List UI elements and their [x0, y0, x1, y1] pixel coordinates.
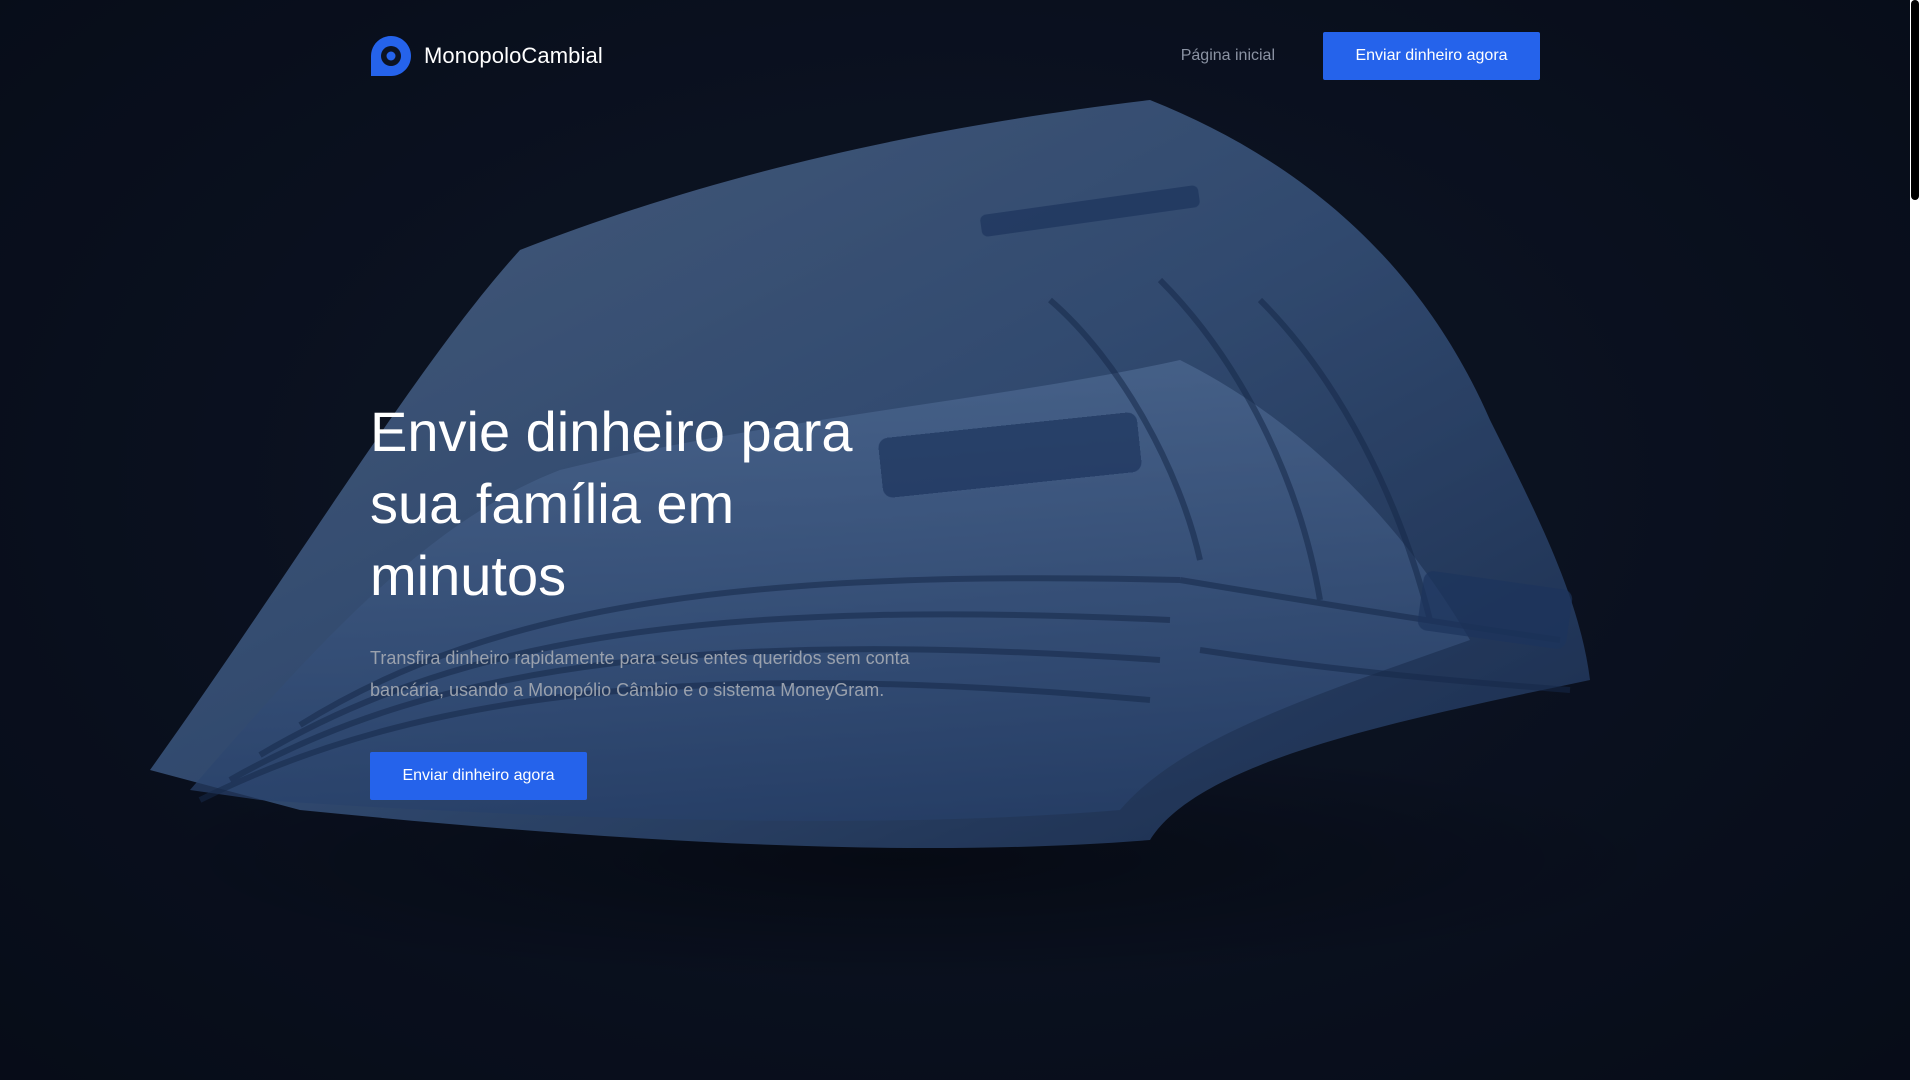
brand-name: MonopoloCambial: [424, 43, 603, 68]
hero-title: Envie dinheiro para sua família em minut…: [370, 400, 853, 607]
brand-logo-icon: [371, 36, 411, 76]
send-money-nav-button[interactable]: Enviar dinheiro agora: [1323, 32, 1540, 80]
hero-section: Envie dinheiro para sua família em minut…: [370, 396, 970, 800]
hero-subtitle: Transfira dinheiro rapidamente para seus…: [370, 648, 910, 700]
nav-link-home[interactable]: Página inicial: [1181, 47, 1275, 65]
brand-link[interactable]: MonopoloCambial: [370, 35, 603, 77]
page-scrollbar[interactable]: [1910, 0, 1920, 1080]
scrollbar-thumb[interactable]: [1911, 0, 1919, 200]
send-money-hero-button[interactable]: Enviar dinheiro agora: [370, 752, 587, 800]
nav-links: Página inicial Enviar dinheiro agora: [1181, 32, 1540, 80]
page-viewport: MonopoloCambial Página inicial Enviar di…: [0, 0, 1910, 1080]
top-navbar: MonopoloCambial Página inicial Enviar di…: [370, 32, 1540, 80]
